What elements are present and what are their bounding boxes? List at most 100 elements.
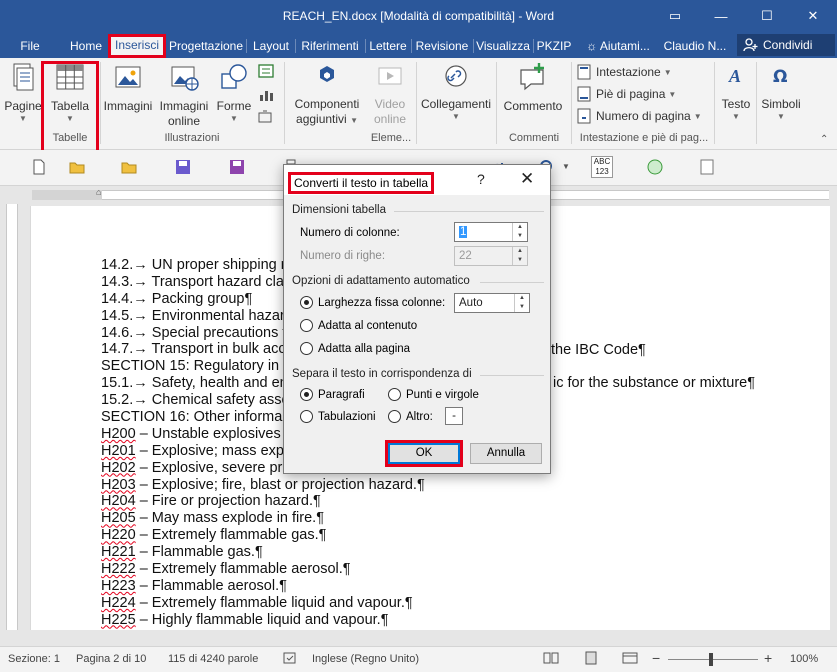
tab-inserisci[interactable]: Inserisci	[108, 34, 166, 58]
document-line-continuation[interactable]: ic for the substance or mixture¶	[553, 375, 755, 392]
line-text: 14.7.→ Transport in bulk acc	[101, 341, 286, 358]
caret-icon: ▼	[19, 114, 27, 123]
spin-up-icon[interactable]: ▲	[513, 223, 527, 232]
close-window-button[interactable]: ✕	[790, 0, 836, 32]
radio-fixed-width[interactable]: Larghezza fissa colonne:	[300, 296, 445, 309]
zoom-slider-track[interactable]	[668, 659, 758, 660]
radio-fit-content[interactable]: Adatta al contenuto	[300, 319, 417, 332]
save-as-icon[interactable]	[228, 158, 246, 176]
document-line[interactable]: H224 – Extremely flammable liquid and va…	[101, 595, 425, 612]
zoom-in-button[interactable]: +	[764, 650, 772, 666]
svg-text:Ω: Ω	[773, 67, 787, 87]
tab-visualizza[interactable]: Visualizza	[474, 35, 532, 58]
caret-icon: ▼	[230, 114, 238, 123]
tab-file[interactable]: File	[12, 35, 48, 58]
read-mode-icon[interactable]	[543, 651, 559, 668]
share-button[interactable]: Condividi	[737, 34, 835, 56]
zoom-slider-thumb[interactable]	[709, 653, 713, 666]
spin-down-icon[interactable]: ▼	[513, 232, 527, 241]
save-icon[interactable]	[174, 158, 192, 176]
vertical-ruler[interactable]	[6, 204, 18, 630]
num-columns-input[interactable]: 1 ▲ ▼	[454, 222, 528, 242]
minimize-button[interactable]: —	[698, 0, 744, 32]
collegamenti-button[interactable]: Collegamenti ▼	[418, 62, 494, 122]
print-layout-icon[interactable]	[583, 651, 599, 668]
other-separator-input[interactable]: -	[445, 407, 463, 425]
maximize-button[interactable]: ☐	[744, 0, 790, 32]
chart-icon[interactable]	[257, 86, 275, 104]
line-text: – Highly flammable liquid and vapour.¶	[135, 611, 389, 628]
numero-di-pagina-button[interactable]: Numero di pagina ▼	[576, 108, 702, 124]
tab-riferimenti[interactable]: Riferimenti	[296, 35, 364, 58]
ribbon-display-button[interactable]: ▭	[652, 0, 698, 32]
testo-button[interactable]: A Testo ▼	[718, 62, 754, 122]
status-words[interactable]: 115 di 4240 parole	[168, 653, 258, 665]
proofing-icon[interactable]	[282, 651, 298, 668]
num-columns-spinner[interactable]: ▲ ▼	[512, 223, 527, 241]
highlight-tabella	[41, 61, 99, 153]
radio-unselected-icon	[300, 410, 313, 423]
status-section[interactable]: Sezione: 1	[8, 653, 60, 665]
num-rows-input: 22 ▲ ▼	[454, 246, 528, 266]
tab-home[interactable]: Home	[64, 35, 108, 58]
simboli-label: Simboli	[761, 97, 801, 111]
pie-di-pagina-button[interactable]: Piè di pagina ▼	[576, 86, 676, 102]
pagine-button[interactable]: Pagine ▼	[4, 62, 42, 124]
folder-icon[interactable]	[120, 158, 138, 176]
immagini-online-button[interactable]: Immagini online	[156, 62, 212, 129]
radio-tabs[interactable]: Tabulazioni	[300, 410, 376, 423]
tab-lettere[interactable]: Lettere	[366, 35, 410, 58]
forme-button[interactable]: Forme ▼	[214, 62, 254, 124]
radio-semicolons[interactable]: Punti e virgole	[388, 388, 479, 401]
fixed-width-input[interactable]: Auto ▲ ▼	[454, 293, 530, 313]
document-line-continuation[interactable]: the IBC Code¶	[551, 342, 646, 359]
status-page[interactable]: Pagina 2 di 10	[76, 653, 146, 665]
cancel-button[interactable]: Annulla	[470, 443, 542, 464]
spelling-button[interactable]: ABC 123	[591, 156, 613, 178]
document-line[interactable]: H203 – Explosive; fire, blast or project…	[101, 477, 425, 494]
document-line[interactable]: H223 – Flammable aerosol.¶	[101, 578, 425, 595]
tab-layout[interactable]: Layout	[248, 35, 294, 58]
radio-fit-window[interactable]: Adatta alla pagina	[300, 342, 410, 355]
document-line[interactable]: H221 – Flammable gas.¶	[101, 544, 425, 561]
qat-dropdown-icon[interactable]: ▼	[562, 162, 570, 171]
zoom-level[interactable]: 100%	[790, 653, 818, 665]
radio-paragraphs[interactable]: Paragrafi	[300, 388, 365, 401]
screenshot-icon[interactable]	[257, 110, 275, 124]
circle-icon[interactable]	[646, 158, 664, 176]
indent-marker-icon[interactable]: ⌂	[96, 187, 101, 197]
commento-button[interactable]: Commento	[498, 62, 568, 114]
tell-me-box[interactable]: ☼ Aiutami...	[580, 35, 656, 58]
tab-revisione[interactable]: Revisione	[412, 35, 472, 58]
componenti-aggiuntivi-button[interactable]: Componenti aggiuntivi ▼	[290, 62, 364, 128]
spin-down-icon[interactable]: ▼	[515, 303, 529, 312]
document-line[interactable]: H225 – Highly flammable liquid and vapou…	[101, 612, 425, 629]
spin-up-icon[interactable]: ▲	[515, 294, 529, 303]
video-online-button[interactable]: Video online	[366, 62, 414, 127]
dialog-close-button[interactable]: ✕	[520, 169, 534, 189]
collapse-ribbon-icon[interactable]: ⌃	[820, 134, 828, 145]
radio-other[interactable]: Altro:	[388, 410, 433, 423]
simboli-button[interactable]: Ω Simboli ▼	[758, 62, 804, 122]
line-text: – Fire or projection hazard.¶	[135, 493, 321, 510]
document-line[interactable]: H204 – Fire or projection hazard.¶	[101, 493, 425, 510]
tab-pkzip[interactable]: PKZIP	[534, 35, 574, 58]
intestazione-button[interactable]: Intestazione ▼	[576, 64, 672, 80]
account-name[interactable]: Claudio N...	[660, 35, 730, 58]
open-folder-icon[interactable]	[68, 158, 86, 176]
tab-progettazione[interactable]: Progettazione	[167, 35, 245, 58]
zoom-out-button[interactable]: −	[652, 650, 660, 666]
web-layout-icon[interactable]	[622, 651, 638, 668]
status-language[interactable]: Inglese (Regno Unito)	[312, 653, 419, 665]
smartart-icon[interactable]	[257, 62, 275, 80]
document-line[interactable]: H220 – Extremely flammable gas.¶	[101, 527, 425, 544]
fixed-width-spinner[interactable]: ▲ ▼	[514, 294, 529, 312]
help-button[interactable]: ?	[477, 171, 485, 187]
document-line[interactable]: H205 – May mass explode in fire.¶	[101, 510, 425, 527]
immagini-button[interactable]: Immagini	[102, 62, 154, 114]
document-line[interactable]: H222 – Extremely flammable aerosol.¶	[101, 561, 425, 578]
dialog-title-bar[interactable]: Converti il testo in tabella ? ✕	[284, 165, 550, 195]
new-document-icon[interactable]	[30, 158, 48, 176]
blank-document-icon[interactable]	[698, 158, 716, 176]
line-text: – Flammable aerosol.¶	[135, 577, 287, 594]
